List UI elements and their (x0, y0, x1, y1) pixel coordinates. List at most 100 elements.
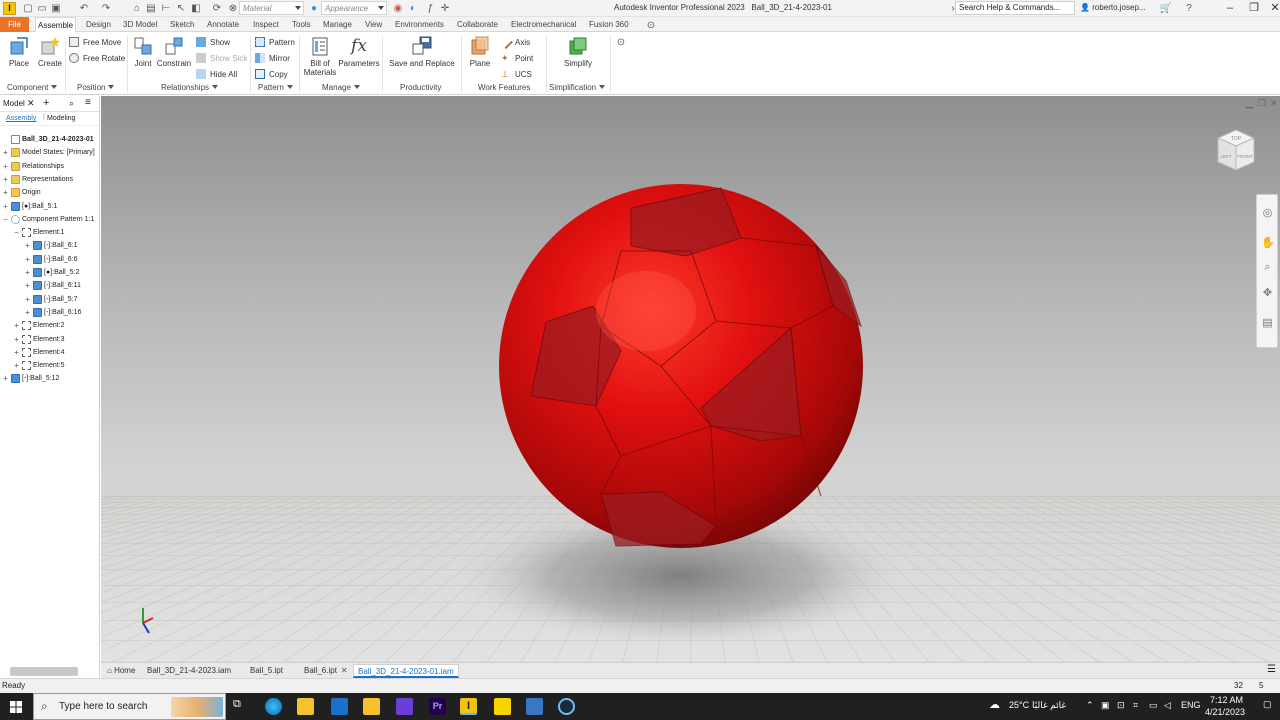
browser-menu-icon[interactable]: ≡ (85, 97, 91, 108)
select-icon[interactable]: ↖ (175, 2, 187, 14)
tab-file[interactable]: File (0, 17, 29, 32)
open-folder-icon[interactable]: ▭ (36, 2, 48, 14)
tree-expander-icon[interactable]: + (13, 361, 20, 370)
tab-tools[interactable]: Tools (290, 17, 313, 32)
tree-node[interactable]: − Element:1 (0, 226, 65, 239)
adjust-appearance-icon[interactable]: ◐ (407, 2, 419, 14)
tab-fusion-360[interactable]: Fusion 360 (587, 17, 631, 32)
plane-button[interactable]: Plane (466, 36, 494, 68)
maximize-button[interactable]: ❐ (1243, 1, 1265, 15)
ribbon-options-icon[interactable]: ⊙ (645, 19, 657, 31)
material-clear-icon[interactable]: ⊗ (227, 2, 239, 14)
network-icon[interactable]: ⌗ (1133, 700, 1138, 711)
tray-app-icon[interactable]: ⊡ (1117, 700, 1125, 711)
edge-icon[interactable] (265, 698, 282, 715)
language-indicator[interactable]: ENG (1181, 700, 1201, 710)
browser-close-icon[interactable]: ✕ (27, 98, 35, 109)
add-icon[interactable]: ✛ (439, 2, 451, 14)
tree-node[interactable]: − Component Pattern 1:1 (0, 213, 94, 226)
browser-horizontal-scrollbar[interactable] (10, 667, 78, 676)
tree-node[interactable]: + [-]:Ball_6:11 (0, 279, 81, 292)
weather-icon[interactable]: ☁ (989, 698, 1000, 711)
clear-appearance-icon[interactable]: ◉ (392, 2, 404, 14)
user-account[interactable]: 👤 roberto.josep... (1080, 3, 1146, 12)
doc-tab-active[interactable]: Ball_3D_21-4-2023-01.iam (353, 664, 459, 678)
tab-annotate[interactable]: Annotate (205, 17, 241, 32)
tray-expand-icon[interactable]: ⌃ (1086, 700, 1094, 711)
save-and-replace-button[interactable]: Save and Replace (388, 36, 456, 68)
tree-expander-icon[interactable]: + (13, 348, 20, 357)
tree-expander-icon[interactable]: + (24, 281, 31, 290)
material-dropdown[interactable]: Material (239, 1, 304, 15)
taskbar-search-input[interactable]: ⌕ Type here to search (33, 693, 226, 720)
tree-node[interactable]: Ball_3D_21-4-2023-01 (0, 133, 94, 146)
inventor-taskbar-icon[interactable]: I (460, 698, 477, 715)
pattern-button[interactable]: Pattern (255, 36, 295, 48)
tree-expander-icon[interactable]: + (24, 308, 31, 317)
app-icon[interactable] (396, 698, 413, 715)
tree-expander-icon[interactable]: + (2, 162, 9, 171)
update-icon[interactable]: ⟳ (211, 2, 223, 14)
tab-modeling-view[interactable]: Modeling (47, 115, 75, 122)
tree-expander-icon[interactable]: + (24, 255, 31, 264)
battery-icon[interactable]: ▭ (1149, 700, 1158, 711)
color-icon[interactable]: ◧ (190, 2, 202, 14)
tree-expander-icon[interactable]: + (2, 175, 9, 184)
soccer-ball[interactable] (499, 184, 863, 548)
tree-node[interactable]: + [-]:Ball_6:16 (0, 306, 81, 319)
copy-button[interactable]: Copy (255, 68, 288, 80)
steam-icon[interactable] (558, 698, 575, 715)
clock-date[interactable]: 4/21/2023 (1205, 707, 1245, 717)
windows-start-icon[interactable] (10, 701, 22, 713)
joint-button[interactable]: Joint (130, 36, 156, 68)
tree-node[interactable]: + Element:3 (0, 333, 65, 346)
viewport-minimize-icon[interactable]: ▁ (1246, 98, 1253, 109)
volume-icon[interactable]: ◁ (1164, 700, 1171, 711)
tab-inspect[interactable]: Inspect (251, 17, 281, 32)
appearance-dropdown[interactable]: Appearance (321, 1, 387, 15)
tree-expander-icon[interactable]: + (24, 268, 31, 277)
file-explorer-icon[interactable] (297, 698, 314, 715)
steering-wheel-icon[interactable]: ◎ (1261, 207, 1274, 220)
tree-node[interactable]: + [-]:Ball_5:12 (0, 372, 59, 385)
doc-tab[interactable]: Ball_5.ipt (246, 664, 287, 678)
tree-node[interactable]: + Relationships (0, 160, 64, 173)
show-sick-button[interactable]: Show Sick (196, 52, 247, 64)
tree-node[interactable]: + Element:2 (0, 319, 65, 332)
bill-of-materials-button[interactable]: Bill of Materials (302, 36, 338, 77)
tree-node[interactable]: + Element:5 (0, 359, 65, 372)
view-cube[interactable]: TOP LEFT FRONT (1214, 126, 1258, 176)
free-rotate-button[interactable]: Free Rotate (69, 52, 125, 64)
home-icon[interactable]: ⌂ (131, 2, 143, 14)
tab-environments[interactable]: Environments (393, 17, 446, 32)
zoom-icon[interactable]: ⌕ (1261, 261, 1274, 274)
ribbon-more-icon[interactable]: ⊙ (615, 36, 627, 48)
tree-expander-icon[interactable]: + (24, 295, 31, 304)
tree-node[interactable]: + [-]:Ball_6:1 (0, 239, 77, 252)
tree-node[interactable]: + [-]:Ball_5:7 (0, 293, 77, 306)
create-button[interactable]: Create (36, 36, 64, 68)
pattern-panel-label[interactable]: Pattern (258, 83, 293, 92)
simplification-panel-label[interactable]: Simplification (549, 83, 606, 92)
doc-tab-close-icon[interactable]: ✕ (341, 666, 348, 675)
tree-node[interactable]: + Origin (0, 186, 41, 199)
premiere-pro-icon[interactable]: Pr (429, 698, 446, 715)
free-move-button[interactable]: Free Move (69, 36, 121, 48)
redo-icon[interactable]: ↷ (100, 2, 112, 14)
tab-3d-model[interactable]: 3D Model (121, 17, 159, 32)
measure-icon[interactable]: ⊢ (160, 2, 172, 14)
folder-icon[interactable] (363, 698, 380, 715)
clock-time[interactable]: 7:12 AM (1210, 695, 1243, 705)
constrain-button[interactable]: Constrain (156, 36, 192, 68)
tree-expander-icon[interactable]: + (13, 321, 20, 330)
place-button[interactable]: Place (6, 36, 32, 68)
doc-tab[interactable]: Ball_6.ipt ✕ (300, 664, 352, 678)
calculator-icon[interactable] (526, 698, 543, 715)
tree-node[interactable]: + Model States: [Primary] (0, 146, 95, 159)
home-tab[interactable]: ⌂ Home (103, 664, 139, 678)
viewport-restore-icon[interactable]: ❐ (1258, 98, 1266, 109)
tree-expander-icon[interactable]: − (13, 228, 20, 237)
tree-expander-icon[interactable]: + (2, 202, 9, 211)
show-button[interactable]: Show (196, 36, 230, 48)
tab-manage[interactable]: Manage (321, 17, 354, 32)
